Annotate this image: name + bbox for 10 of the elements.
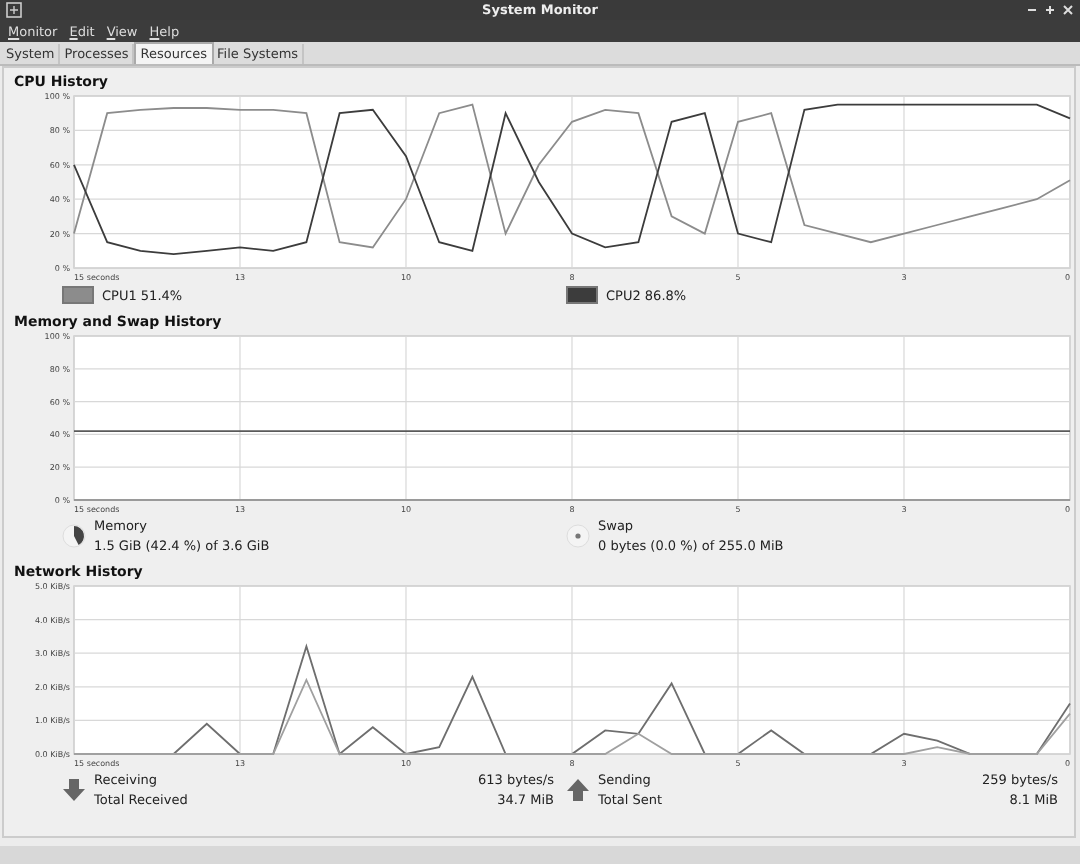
- down-arrow-icon: [62, 778, 86, 802]
- maximize-icon[interactable]: [1044, 4, 1056, 16]
- color-swatch[interactable]: [566, 286, 598, 304]
- pie-icon: [62, 524, 86, 548]
- minimize-icon[interactable]: [1026, 4, 1038, 16]
- close-icon[interactable]: [1062, 4, 1074, 16]
- app-icon: [6, 2, 22, 18]
- color-swatch[interactable]: [62, 286, 94, 304]
- pie-icon: [566, 524, 590, 548]
- up-arrow-icon: [566, 778, 590, 802]
